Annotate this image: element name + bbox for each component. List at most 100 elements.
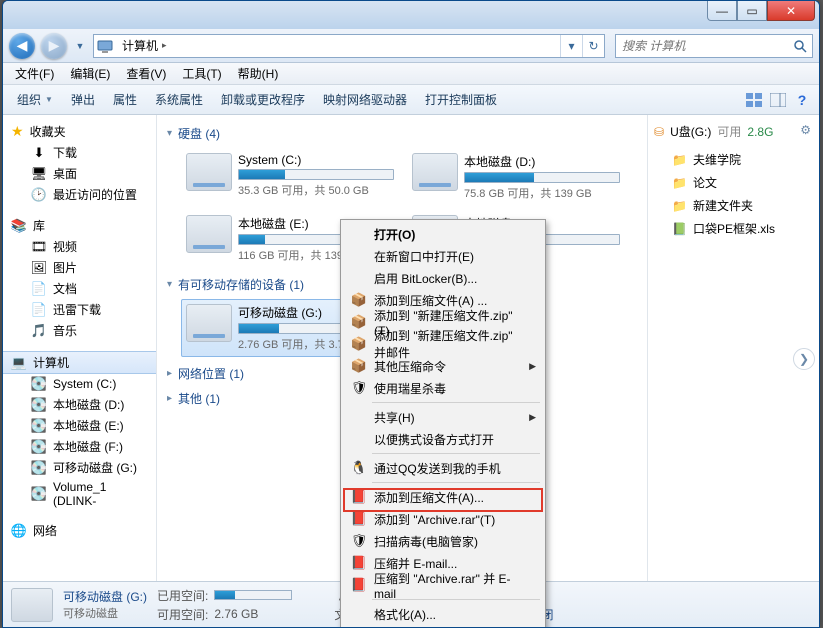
sidebar-computer-header[interactable]: 💻计算机 [3, 351, 156, 374]
help-icon[interactable]: ? [791, 89, 813, 111]
context-menu-item[interactable]: 📕 添加到 "Archive.rar"(T) [344, 508, 542, 530]
drive-tile[interactable]: System (C:)35.3 GB 可用，共 50.0 GB [181, 148, 399, 206]
section-hdd-header[interactable]: ▾硬盘 (4) [167, 125, 647, 142]
context-menu-item[interactable]: 🐧通过QQ发送到我的手机 [344, 457, 542, 479]
drive-usage-bar [464, 172, 620, 183]
file-icon: 📁 [672, 176, 687, 190]
toolbar-control-panel[interactable]: 打开控制面板 [417, 87, 505, 112]
context-menu-item[interactable]: 在新窗口中打开(E) [344, 245, 542, 267]
history-dropdown[interactable]: ▼ [73, 41, 87, 51]
maximize-button[interactable]: ▭ [737, 1, 767, 21]
preview-item[interactable]: 📗口袋PE框架.xls [654, 217, 813, 240]
document-icon: 📄 [31, 281, 47, 297]
sidebar-favorites-header[interactable]: ★收藏夹 [3, 121, 156, 142]
menu-item-label: 使用瑞星杀毒 [374, 380, 446, 397]
submenu-arrow-icon: ▶ [529, 361, 536, 372]
status-sub: 可移动磁盘 [63, 605, 147, 621]
sidebar-item-drive-f[interactable]: 💽本地磁盘 (F:) [3, 436, 156, 457]
drive-name: 本地磁盘 (D:) [464, 153, 620, 170]
drive-tile[interactable]: 本地磁盘 (D:)75.8 GB 可用，共 139 GB [407, 148, 625, 206]
address-dropdown[interactable]: ▾ [560, 35, 582, 57]
sidebar-item-desktop[interactable]: 🖥桌面 [3, 163, 156, 184]
drive-icon: 💽 [31, 397, 47, 413]
toolbar-map-drive[interactable]: 映射网络驱动器 [315, 87, 415, 112]
preview-pane-button[interactable] [767, 89, 789, 111]
menu-item-icon: 📕 [350, 488, 368, 506]
context-menu: 打开(O) 在新窗口中打开(E) 启用 BitLocker(B)... 📦 添加到压缩文… [340, 219, 546, 628]
sidebar-item-drive-c[interactable]: 💽System (C:) [3, 374, 156, 394]
preview-item[interactable]: 📁论文 [654, 171, 813, 194]
music-icon: 🎵 [31, 323, 47, 339]
sidebar-item-videos[interactable]: 🎞视频 [3, 236, 156, 257]
context-menu-item[interactable]: 📕 添加到压缩文件(A)... [344, 486, 542, 508]
view-mode-button[interactable] [743, 89, 765, 111]
sidebar-item-drive-e[interactable]: 💽本地磁盘 (E:) [3, 415, 156, 436]
search-input[interactable] [616, 39, 788, 53]
context-menu-item[interactable]: 以便携式设备方式打开 [344, 428, 542, 450]
menu-item-icon: 📕 [350, 510, 368, 528]
toolbar-organize[interactable]: 组织▼ [9, 87, 61, 112]
context-menu-item[interactable]: 📦其他压缩命令▶ [344, 355, 542, 377]
toolbar-uninstall[interactable]: 卸载或更改程序 [213, 87, 313, 112]
download-icon: ⬇ [31, 145, 47, 161]
sidebar-item-documents[interactable]: 📄文档 [3, 278, 156, 299]
menu-item-icon: 📦 [350, 357, 368, 375]
drive-icon: 💽 [31, 376, 47, 392]
context-menu-item[interactable]: 格式化(A)... [344, 603, 542, 625]
context-menu-item[interactable]: 🛡 使用瑞星杀毒 [344, 377, 542, 399]
menu-help[interactable]: 帮助(H) [230, 63, 287, 84]
minimize-button[interactable]: — [707, 1, 737, 21]
computer-icon [94, 35, 116, 57]
breadcrumb-computer[interactable]: 计算机▸ [116, 35, 174, 57]
menu-file[interactable]: 文件(F) [7, 63, 62, 84]
menu-item-label: 添加到 "Archive.rar"(T) [374, 511, 495, 528]
sidebar-network-header[interactable]: 🌐网络 [3, 520, 156, 541]
menu-edit[interactable]: 编辑(E) [62, 63, 118, 84]
sidebar-item-drive-g[interactable]: 💽可移动磁盘 (G:) [3, 457, 156, 478]
sidebar-item-pictures[interactable]: 🖼图片 [3, 257, 156, 278]
context-menu-item[interactable]: 🛡扫描病毒(电脑管家) [344, 530, 542, 552]
expand-chevron-icon[interactable]: ❯ [793, 348, 815, 370]
toolbar-system-properties[interactable]: 系统属性 [147, 87, 211, 112]
toolbar-properties[interactable]: 属性 [105, 87, 145, 112]
menu-item-label: 压缩到 "Archive.rar" 并 E-mail [374, 570, 524, 601]
menu-view[interactable]: 查看(V) [118, 63, 174, 84]
preview-item[interactable]: 📁夫维学院 [654, 148, 813, 171]
sidebar-item-thunder[interactable]: 📄迅雷下载 [3, 299, 156, 320]
sidebar-item-recent[interactable]: 🕑最近访问的位置 [3, 184, 156, 205]
status-name: 可移动磁盘 (G:) [63, 588, 147, 605]
back-button[interactable]: ◀ [9, 33, 35, 59]
close-button[interactable]: ✕ [767, 1, 815, 21]
menu-bar: 文件(F) 编辑(E) 查看(V) 工具(T) 帮助(H) [3, 63, 819, 85]
picture-icon: 🖼 [31, 260, 47, 276]
pane-settings-icon[interactable]: ⚙ [800, 123, 811, 137]
status-drive-icon [11, 588, 53, 622]
context-menu-item[interactable]: 📕压缩到 "Archive.rar" 并 E-mail [344, 574, 542, 596]
context-menu-item[interactable]: 启用 BitLocker(B)... [344, 267, 542, 289]
drive-icon: 💽 [31, 418, 47, 434]
sidebar-item-drive-d[interactable]: 💽本地磁盘 (D:) [3, 394, 156, 415]
menu-tools[interactable]: 工具(T) [174, 63, 229, 84]
context-menu-item[interactable]: 打开(O) [344, 223, 542, 245]
context-menu-item[interactable]: 📦添加到 "新建压缩文件.zip" 并邮件 [344, 333, 542, 355]
address-bar[interactable]: 计算机▸ ▾ ↻ [93, 34, 605, 58]
drive-icon [186, 215, 232, 253]
file-icon: 📗 [672, 222, 687, 236]
desktop-icon: 🖥 [31, 166, 47, 182]
menu-item-label: 共享(H) [374, 409, 415, 426]
menu-item-label: 在新窗口中打开(E) [374, 248, 474, 265]
context-menu-item[interactable]: 共享(H)▶ [344, 406, 542, 428]
sidebar-item-downloads[interactable]: ⬇下载 [3, 142, 156, 163]
menu-item-label: 格式化(A)... [374, 606, 436, 623]
preview-item[interactable]: 📁新建文件夹 [654, 194, 813, 217]
sidebar-item-volume1[interactable]: 💽Volume_1 (DLINK- [3, 478, 156, 510]
sidebar-libraries-header[interactable]: 📚库 [3, 215, 156, 236]
menu-item-icon: 🛡 [350, 379, 368, 397]
preview-pane: ⚙ ⛁ U盘(G:) 可用 2.8G 📁夫维学院📁论文📁新建文件夹📗口袋PE框架… [647, 115, 819, 581]
toolbar-eject[interactable]: 弹出 [63, 87, 103, 112]
refresh-button[interactable]: ↻ [582, 35, 604, 57]
search-box[interactable] [615, 34, 813, 58]
menu-item-label: 添加到压缩文件(A)... [374, 489, 484, 506]
forward-button[interactable]: ▶ [41, 33, 67, 59]
sidebar-item-music[interactable]: 🎵音乐 [3, 320, 156, 341]
